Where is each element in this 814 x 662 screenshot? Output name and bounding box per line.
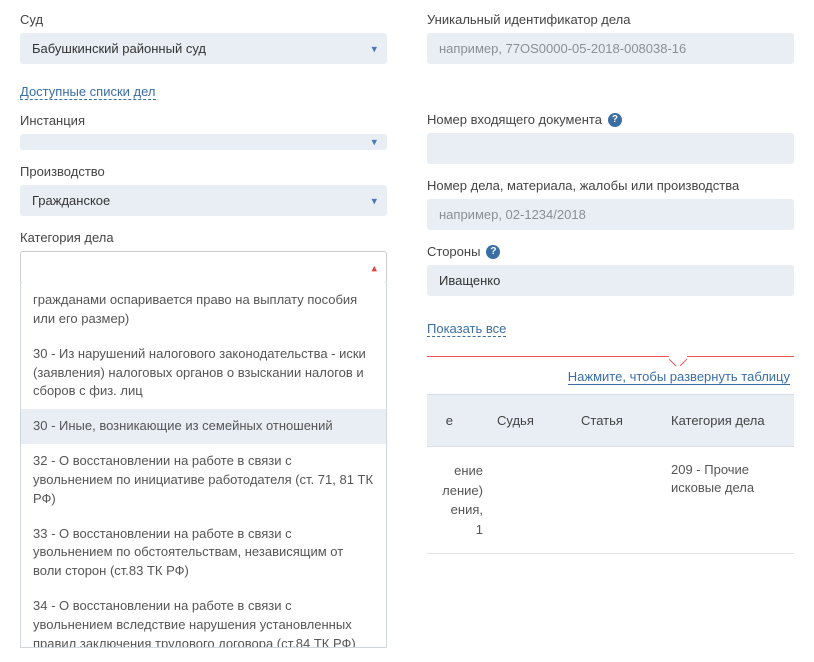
cell-category: 209 - Прочие исковые дела xyxy=(657,447,794,511)
incoming-doc-label-text: Номер входящего документа xyxy=(427,112,602,127)
instance-select[interactable]: ▾ xyxy=(20,134,387,150)
incoming-doc-label: Номер входящего документа ? xyxy=(427,112,794,127)
instance-select-value xyxy=(20,134,387,150)
category-option[interactable]: гражданами оспаривается право на выплату… xyxy=(21,283,386,337)
category-option[interactable]: 32 - О восстановлении на работе в связи … xyxy=(21,444,386,517)
case-number-label: Номер дела, материала, жалобы или произв… xyxy=(427,178,794,193)
uid-label: Уникальный идентификатор дела xyxy=(427,12,794,27)
proceedings-select-value: Гражданское xyxy=(20,185,387,216)
court-select-value: Бабушкинский районный суд xyxy=(20,33,387,64)
category-label: Категория дела xyxy=(20,230,387,245)
cell-fragment: ение xyxy=(427,461,483,481)
proceedings-label: Производство xyxy=(20,164,387,179)
cell-fragment: ление) xyxy=(427,481,483,501)
instance-label: Инстанция xyxy=(20,113,387,128)
cell-fragment: 1 xyxy=(427,520,483,540)
uid-input[interactable] xyxy=(427,33,794,64)
category-select[interactable]: ▴ xyxy=(20,251,387,284)
help-icon[interactable]: ? xyxy=(486,245,500,259)
parties-label: Стороны ? xyxy=(427,244,794,259)
case-number-input[interactable] xyxy=(427,199,794,230)
available-lists-link[interactable]: Доступные списки дел xyxy=(20,84,156,100)
table-header-category: Категория дела xyxy=(657,395,794,446)
help-icon[interactable]: ? xyxy=(608,113,622,127)
parties-label-text: Стороны xyxy=(427,244,480,259)
cell-fragment: ения, xyxy=(427,500,483,520)
category-dropdown-list[interactable]: гражданами оспаривается право на выплату… xyxy=(20,283,387,648)
cell-judge xyxy=(497,447,587,475)
court-select[interactable]: Бабушкинский районный суд ▾ xyxy=(20,33,387,64)
table-header-fragment: е xyxy=(427,395,467,446)
divider-notch-icon xyxy=(669,356,687,366)
category-input[interactable] xyxy=(20,251,387,284)
show-all-link[interactable]: Показать все xyxy=(427,321,506,337)
table-header-judge: Судья xyxy=(467,395,567,446)
table-row[interactable]: ение ление) ения, 1 209 - Прочие исковые… xyxy=(427,447,794,554)
table-header: е Судья Статья Категория дела xyxy=(427,394,794,447)
category-option[interactable]: 30 - Иные, возникающие из семейных отнош… xyxy=(21,409,386,444)
proceedings-select[interactable]: Гражданское ▾ xyxy=(20,185,387,216)
court-label: Суд xyxy=(20,12,387,27)
category-option[interactable]: 33 - О восстановлении на работе в связи … xyxy=(21,517,386,590)
expand-table-link[interactable]: Нажмите, чтобы развернуть таблицу xyxy=(568,369,790,385)
table-header-article: Статья xyxy=(567,395,657,446)
category-option[interactable]: 34 - О восстановлении на работе в связи … xyxy=(21,589,386,648)
category-option[interactable]: 30 - Из нарушений налогового законодател… xyxy=(21,337,386,410)
cell-article xyxy=(587,447,657,475)
incoming-doc-input[interactable] xyxy=(427,133,794,164)
